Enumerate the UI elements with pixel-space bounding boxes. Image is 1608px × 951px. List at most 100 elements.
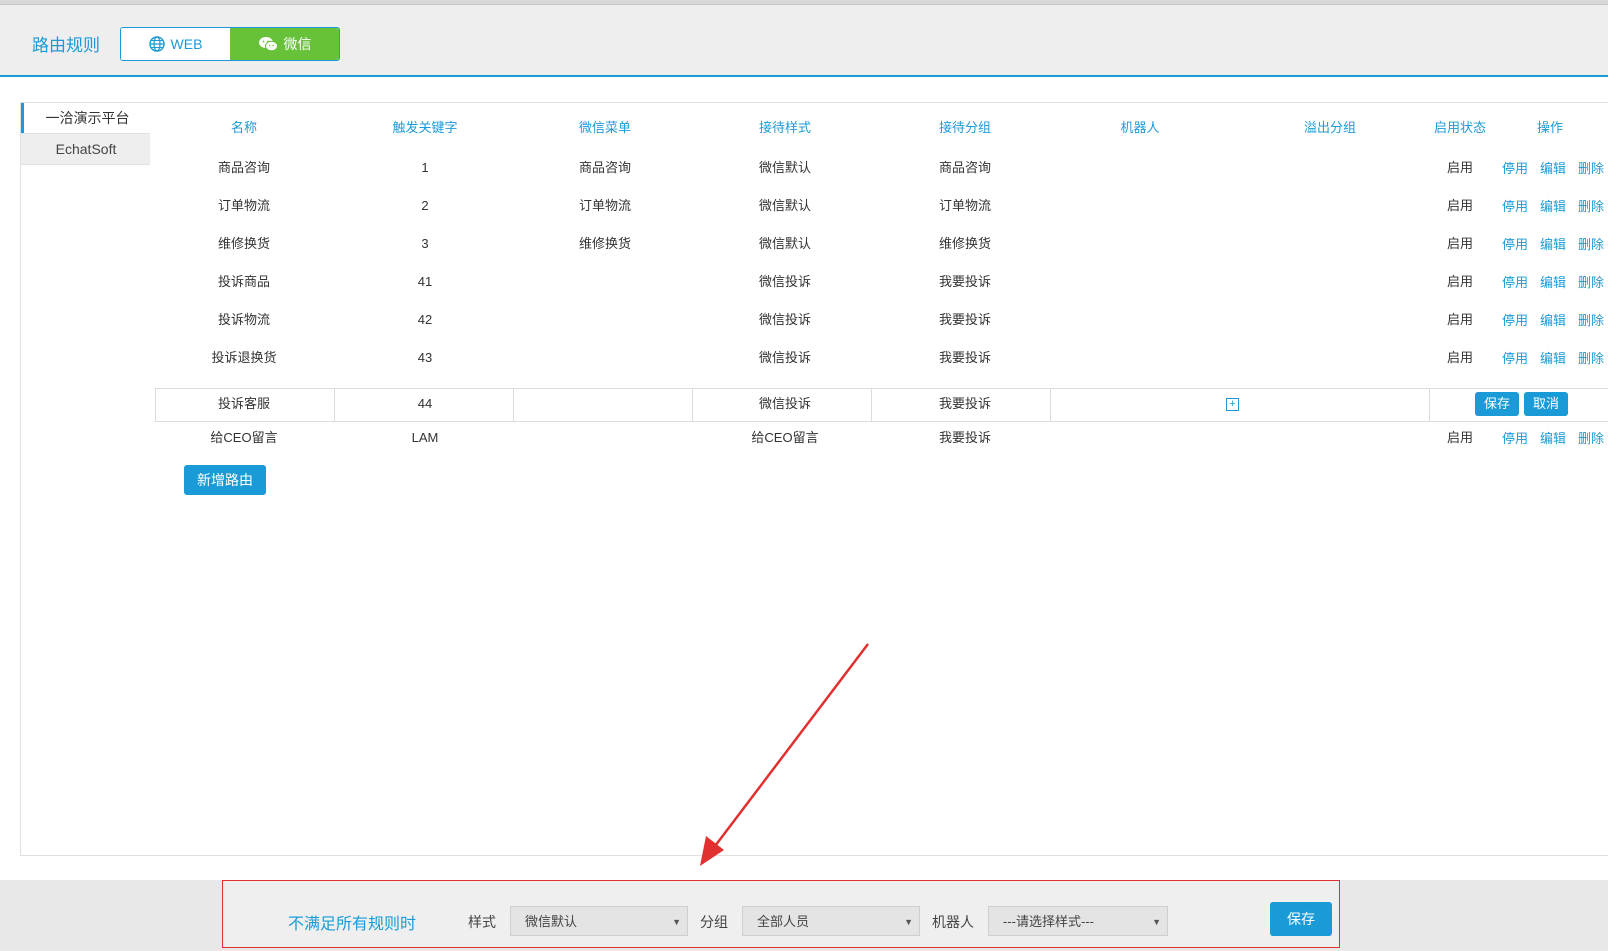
cell-keyword: 3 bbox=[421, 236, 429, 251]
caret-down-icon: ▼ bbox=[904, 917, 913, 927]
cell-divider bbox=[871, 388, 872, 421]
col-header-overflow: 溢出分组 bbox=[1303, 120, 1356, 135]
cell-status: 启用 bbox=[1446, 430, 1473, 445]
delete-link[interactable]: 删除 bbox=[1578, 349, 1604, 369]
platform-sidebar: 一洽演示平台 EchatSoft bbox=[20, 102, 152, 856]
cell-keyword: 43 bbox=[417, 350, 433, 365]
edit-group-select[interactable]: 我要投诉 bbox=[915, 394, 1015, 414]
edit-style-select[interactable]: 微信投诉 bbox=[735, 394, 835, 414]
cell-group: 订单物流 bbox=[938, 198, 991, 213]
cell-menu: 订单物流 bbox=[578, 198, 631, 213]
add-route-button[interactable]: 新增路由 bbox=[184, 465, 266, 495]
annotation-arrow bbox=[700, 643, 869, 866]
cell-group: 我要投诉 bbox=[938, 350, 991, 365]
page-title: 路由规则 bbox=[32, 36, 100, 55]
sidebar-item-echatsoft[interactable]: EchatSoft bbox=[21, 133, 151, 165]
robot-select[interactable]: ---请选择样式--- ▼ bbox=[988, 906, 1168, 936]
wechat-icon bbox=[258, 37, 278, 52]
cell-divider bbox=[334, 388, 335, 421]
caret-down-icon: ▼ bbox=[1152, 917, 1161, 927]
tab-web[interactable]: WEB bbox=[121, 28, 230, 60]
col-header-keyword: 触发关键字 bbox=[392, 120, 458, 135]
disable-link[interactable]: 停用 bbox=[1502, 349, 1528, 369]
cell-keyword: 41 bbox=[417, 274, 433, 289]
header-bar: 路由规则 WEB 微信 bbox=[0, 5, 1608, 77]
disable-link[interactable]: 停用 bbox=[1502, 273, 1528, 293]
robot-select-value: ---请选择样式--- bbox=[1003, 914, 1094, 929]
delete-link[interactable]: 删除 bbox=[1578, 159, 1604, 179]
disable-link[interactable]: 停用 bbox=[1502, 429, 1528, 449]
footer-save-button[interactable]: 保存 bbox=[1270, 902, 1332, 936]
cell-menu: 商品咨询 bbox=[578, 160, 631, 175]
cell-style: 微信默认 bbox=[758, 160, 811, 175]
style-select[interactable]: 微信默认 ▼ bbox=[510, 906, 688, 936]
cell-style: 微信投诉 bbox=[758, 274, 811, 289]
col-header-actions: 操作 bbox=[1536, 120, 1563, 135]
cell-style: 微信默认 bbox=[758, 198, 811, 213]
row-cancel-button[interactable]: 取消 bbox=[1524, 392, 1568, 416]
col-header-group: 接待分组 bbox=[938, 120, 991, 135]
col-header-status: 启用状态 bbox=[1433, 120, 1486, 135]
cell-divider bbox=[692, 388, 693, 421]
cell-keyword: 1 bbox=[421, 160, 429, 175]
sidebar-item-demo-platform[interactable]: 一洽演示平台 bbox=[21, 103, 151, 133]
cell-group: 我要投诉 bbox=[938, 312, 991, 327]
col-header-robot: 机器人 bbox=[1120, 120, 1160, 135]
cell-group: 维修换货 bbox=[938, 236, 991, 251]
cell-keyword: 2 bbox=[421, 198, 429, 213]
cell-style: 微信投诉 bbox=[758, 350, 811, 365]
edit-link[interactable]: 编辑 bbox=[1540, 273, 1566, 293]
delete-link[interactable]: 删除 bbox=[1578, 235, 1604, 255]
cell-divider bbox=[1429, 388, 1430, 421]
cell-status: 启用 bbox=[1446, 274, 1473, 289]
default-rule-title: 不满足所有规则时 bbox=[288, 916, 417, 933]
tab-web-label: WEB bbox=[170, 36, 203, 52]
disable-link[interactable]: 停用 bbox=[1502, 159, 1528, 179]
delete-link[interactable]: 删除 bbox=[1578, 429, 1604, 449]
cell-name: 投诉退换货 bbox=[211, 350, 277, 365]
caret-down-icon: ▼ bbox=[672, 917, 681, 927]
cell-divider bbox=[513, 388, 514, 421]
add-overflow-group-icon[interactable]: + bbox=[1226, 398, 1239, 411]
cell-status: 启用 bbox=[1446, 350, 1473, 365]
cell-status: 启用 bbox=[1446, 160, 1473, 175]
edit-link[interactable]: 编辑 bbox=[1540, 349, 1566, 369]
col-header-menu: 微信菜单 bbox=[578, 120, 631, 135]
edit-keyword-input[interactable]: 44 bbox=[370, 394, 480, 414]
delete-link[interactable]: 删除 bbox=[1578, 311, 1604, 331]
delete-link[interactable]: 删除 bbox=[1578, 273, 1604, 293]
edit-link[interactable]: 编辑 bbox=[1540, 429, 1566, 449]
edit-link[interactable]: 编辑 bbox=[1540, 159, 1566, 179]
cell-divider bbox=[155, 388, 156, 421]
group-select-value: 全部人员 bbox=[757, 914, 810, 929]
cell-name: 商品咨询 bbox=[217, 160, 270, 175]
cell-name: 投诉商品 bbox=[217, 274, 270, 289]
col-header-style: 接待样式 bbox=[758, 120, 811, 135]
cell-style: 微信默认 bbox=[758, 236, 811, 251]
cell-status: 启用 bbox=[1446, 198, 1473, 213]
globe-icon bbox=[148, 36, 165, 52]
cell-name: 订单物流 bbox=[217, 198, 270, 213]
disable-link[interactable]: 停用 bbox=[1502, 197, 1528, 217]
row-save-button[interactable]: 保存 bbox=[1475, 392, 1519, 416]
edit-name-input[interactable]: 投诉客服 bbox=[194, 394, 294, 414]
edit-link[interactable]: 编辑 bbox=[1540, 235, 1566, 255]
edit-link[interactable]: 编辑 bbox=[1540, 197, 1566, 217]
delete-link[interactable]: 删除 bbox=[1578, 197, 1604, 217]
cell-status: 启用 bbox=[1446, 236, 1473, 251]
cell-divider bbox=[1050, 388, 1051, 421]
cell-name: 维修换货 bbox=[217, 236, 270, 251]
cell-group: 商品咨询 bbox=[938, 160, 991, 175]
cell-keyword: 42 bbox=[417, 312, 433, 327]
cell-status: 启用 bbox=[1446, 312, 1473, 327]
disable-link[interactable]: 停用 bbox=[1502, 235, 1528, 255]
disable-link[interactable]: 停用 bbox=[1502, 311, 1528, 331]
cell-group: 我要投诉 bbox=[938, 274, 991, 289]
edit-link[interactable]: 编辑 bbox=[1540, 311, 1566, 331]
cell-keyword: LAM bbox=[411, 430, 439, 445]
style-select-value: 微信默认 bbox=[525, 914, 578, 929]
cell-style: 给CEO留言 bbox=[751, 430, 819, 445]
robot-label: 机器人 bbox=[932, 914, 974, 930]
tab-wechat[interactable]: 微信 bbox=[230, 28, 339, 60]
group-select[interactable]: 全部人员 ▼ bbox=[742, 906, 920, 936]
